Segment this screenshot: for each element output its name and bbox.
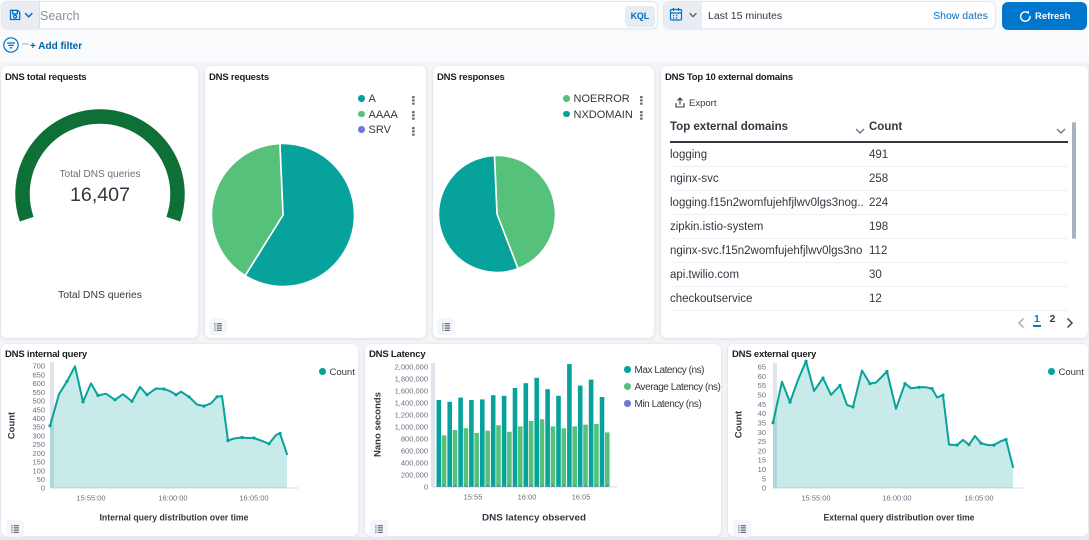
svg-text:Total DNS queries: Total DNS queries [60, 168, 141, 180]
svg-text:16:05: 16:05 [572, 493, 591, 502]
svg-text:5: 5 [762, 474, 766, 483]
svg-text:16:00:00: 16:00:00 [882, 494, 911, 503]
svg-text:16,407: 16,407 [70, 184, 130, 206]
svg-text:16:05:00: 16:05:00 [964, 494, 993, 503]
svg-text:0: 0 [424, 483, 428, 492]
svg-text:35: 35 [758, 418, 766, 427]
svg-text:1,600,000: 1,600,000 [395, 387, 428, 396]
svg-text:550: 550 [32, 388, 45, 397]
svg-text:500: 500 [32, 397, 45, 406]
svg-text:600,000: 600,000 [401, 447, 428, 456]
svg-text:Total DNS queries: Total DNS queries [58, 289, 142, 301]
svg-text:55: 55 [758, 381, 766, 390]
svg-text:100: 100 [32, 466, 45, 475]
svg-text:2,000,000: 2,000,000 [395, 363, 428, 372]
svg-text:65: 65 [758, 363, 766, 372]
svg-text:50: 50 [37, 475, 45, 484]
svg-text:45: 45 [758, 400, 766, 409]
svg-text:10: 10 [758, 465, 766, 474]
svg-text:15: 15 [758, 456, 766, 465]
svg-text:0: 0 [41, 484, 45, 493]
svg-text:20: 20 [758, 446, 766, 455]
svg-text:1,400,000: 1,400,000 [395, 399, 428, 408]
svg-text:700: 700 [32, 362, 45, 371]
svg-text:350: 350 [32, 423, 45, 432]
svg-text:1,800,000: 1,800,000 [395, 375, 428, 384]
svg-text:16:00: 16:00 [518, 493, 537, 502]
svg-text:External query distribution ov: External query distribution over time [824, 513, 975, 524]
svg-text:16:05:00: 16:05:00 [239, 494, 268, 503]
svg-text:25: 25 [758, 437, 766, 446]
svg-text:400: 400 [32, 414, 45, 423]
svg-text:40: 40 [758, 409, 766, 418]
svg-text:200: 200 [32, 449, 45, 458]
svg-text:15:55:00: 15:55:00 [801, 494, 830, 503]
svg-text:16:00:00: 16:00:00 [158, 494, 187, 503]
svg-text:Internal query distribution ov: Internal query distribution over time [100, 513, 249, 524]
svg-text:60: 60 [758, 372, 766, 381]
svg-text:50: 50 [758, 391, 766, 400]
svg-text:150: 150 [32, 458, 45, 467]
svg-text:15:55: 15:55 [464, 493, 483, 502]
svg-text:0: 0 [762, 484, 766, 493]
svg-text:650: 650 [32, 370, 45, 379]
svg-text:400,000: 400,000 [401, 459, 428, 468]
svg-text:200,000: 200,000 [401, 471, 428, 480]
svg-text:300: 300 [32, 431, 45, 440]
svg-text:450: 450 [32, 405, 45, 414]
svg-text:600: 600 [32, 379, 45, 388]
svg-text:DNS latency observed: DNS latency observed [482, 513, 586, 524]
svg-text:250: 250 [32, 440, 45, 449]
svg-text:15:55:00: 15:55:00 [76, 494, 105, 503]
svg-text:1,200,000: 1,200,000 [395, 411, 428, 420]
svg-text:800,000: 800,000 [401, 435, 428, 444]
svg-text:1,000,000: 1,000,000 [395, 423, 428, 432]
svg-text:30: 30 [758, 428, 766, 437]
